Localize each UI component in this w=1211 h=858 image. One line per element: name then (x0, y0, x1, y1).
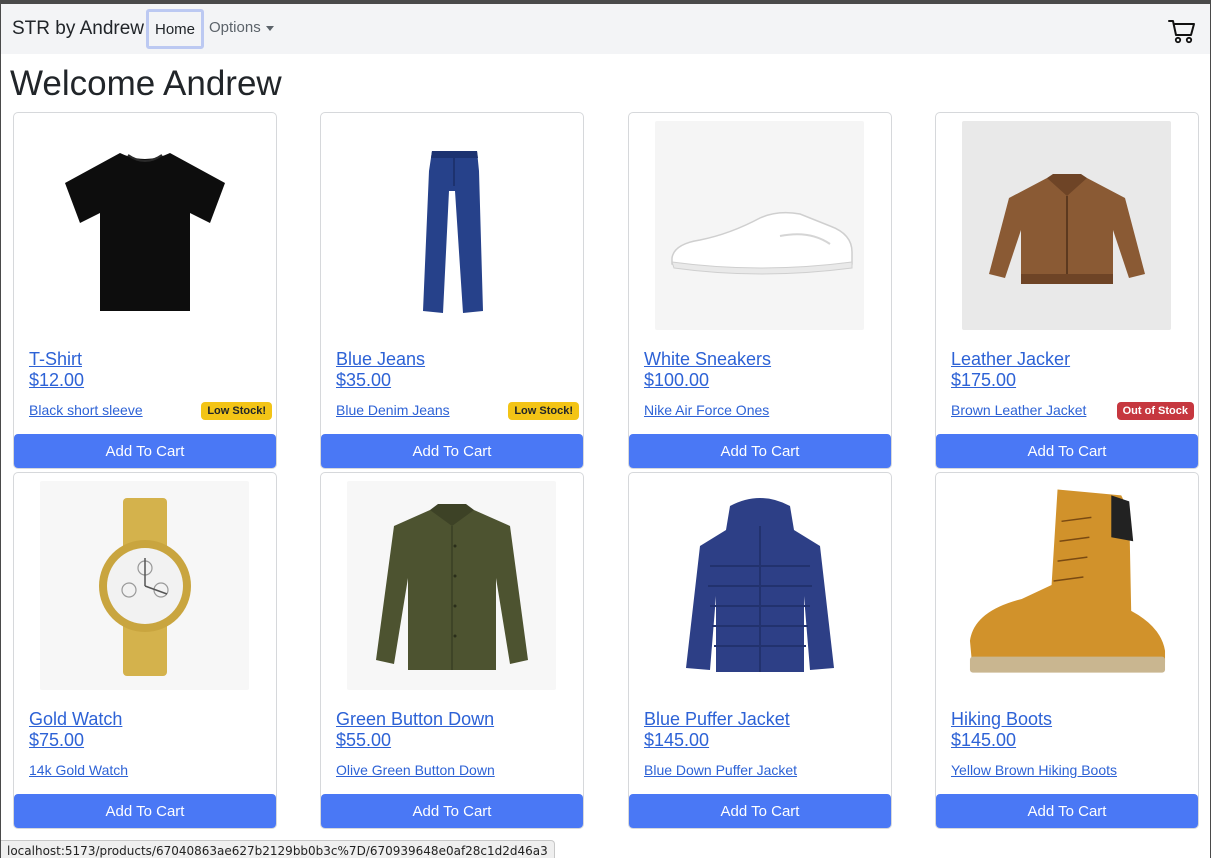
product-price-link[interactable]: $145.00 (951, 730, 1016, 751)
stock-badge: Low Stock! (201, 402, 272, 420)
nav-options-label: Options (209, 19, 261, 36)
product-card: Blue Jeans $35.00 Blue Denim Jeans Low S… (320, 112, 584, 469)
product-name-link[interactable]: Green Button Down (336, 709, 494, 730)
product-price-link[interactable]: $75.00 (29, 730, 84, 751)
add-to-cart-button[interactable]: Add To Cart (629, 434, 891, 468)
nav-options-dropdown[interactable]: Options (209, 19, 274, 36)
product-name-link[interactable]: White Sneakers (644, 349, 771, 370)
leather-jacket-image[interactable] (962, 121, 1171, 330)
watch-image[interactable] (40, 481, 249, 690)
product-price-link[interactable]: $12.00 (29, 370, 84, 391)
add-to-cart-button[interactable]: Add To Cart (14, 794, 276, 828)
product-name-link[interactable]: Blue Puffer Jacket (644, 709, 790, 730)
product-description-link[interactable]: Blue Denim Jeans (336, 402, 450, 418)
product-name-link[interactable]: T-Shirt (29, 349, 82, 370)
product-description-link[interactable]: Nike Air Force Ones (644, 402, 769, 418)
product-card: Green Button Down $55.00 Olive Green But… (320, 472, 584, 829)
brand-link[interactable]: STR by Andrew (12, 18, 144, 40)
product-description-link[interactable]: Black short sleeve (29, 402, 143, 418)
add-to-cart-button[interactable]: Add To Cart (936, 434, 1198, 468)
stock-badge: Out of Stock (1116, 402, 1194, 420)
product-card: Leather Jacker $175.00 Brown Leather Jac… (935, 112, 1199, 469)
add-to-cart-button[interactable]: Add To Cart (629, 794, 891, 828)
sneaker-image[interactable] (655, 121, 864, 330)
link-status-bar: localhost:5173/products/67040863ae627b21… (1, 840, 555, 858)
product-price-link[interactable]: $55.00 (336, 730, 391, 751)
page-title: Welcome Andrew (10, 64, 282, 103)
product-card: White Sneakers $100.00 Nike Air Force On… (628, 112, 892, 469)
t-shirt-image[interactable] (40, 121, 249, 330)
product-card: Blue Puffer Jacket $145.00 Blue Down Puf… (628, 472, 892, 829)
browser-viewport: STR by Andrew Home Options Welcome Andre… (1, 4, 1210, 858)
product-price-link[interactable]: $175.00 (951, 370, 1016, 391)
product-card: Hiking Boots $145.00 Yellow Brown Hiking… (935, 472, 1199, 829)
product-price-link[interactable]: $145.00 (644, 730, 709, 751)
product-price-link[interactable]: $35.00 (336, 370, 391, 391)
boot-image[interactable] (962, 481, 1171, 690)
navbar: STR by Andrew Home Options (1, 4, 1210, 54)
nav-home-link[interactable]: Home (146, 9, 204, 49)
shirt-image[interactable] (347, 481, 556, 690)
product-card: T-Shirt $12.00 Black short sleeve Low St… (13, 112, 277, 469)
product-name-link[interactable]: Gold Watch (29, 709, 122, 730)
product-name-link[interactable]: Hiking Boots (951, 709, 1052, 730)
product-description-link[interactable]: Olive Green Button Down (336, 762, 495, 778)
stock-badge: Low Stock! (508, 402, 579, 420)
product-price-link[interactable]: $100.00 (644, 370, 709, 391)
shopping-cart-icon[interactable] (1167, 16, 1197, 46)
product-name-link[interactable]: Leather Jacker (951, 349, 1070, 370)
product-description-link[interactable]: Brown Leather Jacket (951, 402, 1086, 418)
caret-down-icon (265, 25, 274, 31)
product-description-link[interactable]: 14k Gold Watch (29, 762, 128, 778)
add-to-cart-button[interactable]: Add To Cart (936, 794, 1198, 828)
product-description-link[interactable]: Yellow Brown Hiking Boots (951, 762, 1117, 778)
add-to-cart-button[interactable]: Add To Cart (321, 434, 583, 468)
product-name-link[interactable]: Blue Jeans (336, 349, 425, 370)
add-to-cart-button[interactable]: Add To Cart (321, 794, 583, 828)
puffer-jacket-image[interactable] (655, 481, 864, 690)
add-to-cart-button[interactable]: Add To Cart (14, 434, 276, 468)
product-card: Gold Watch $75.00 14k Gold Watch Add To … (13, 472, 277, 829)
jeans-image[interactable] (347, 121, 556, 330)
product-description-link[interactable]: Blue Down Puffer Jacket (644, 762, 797, 778)
